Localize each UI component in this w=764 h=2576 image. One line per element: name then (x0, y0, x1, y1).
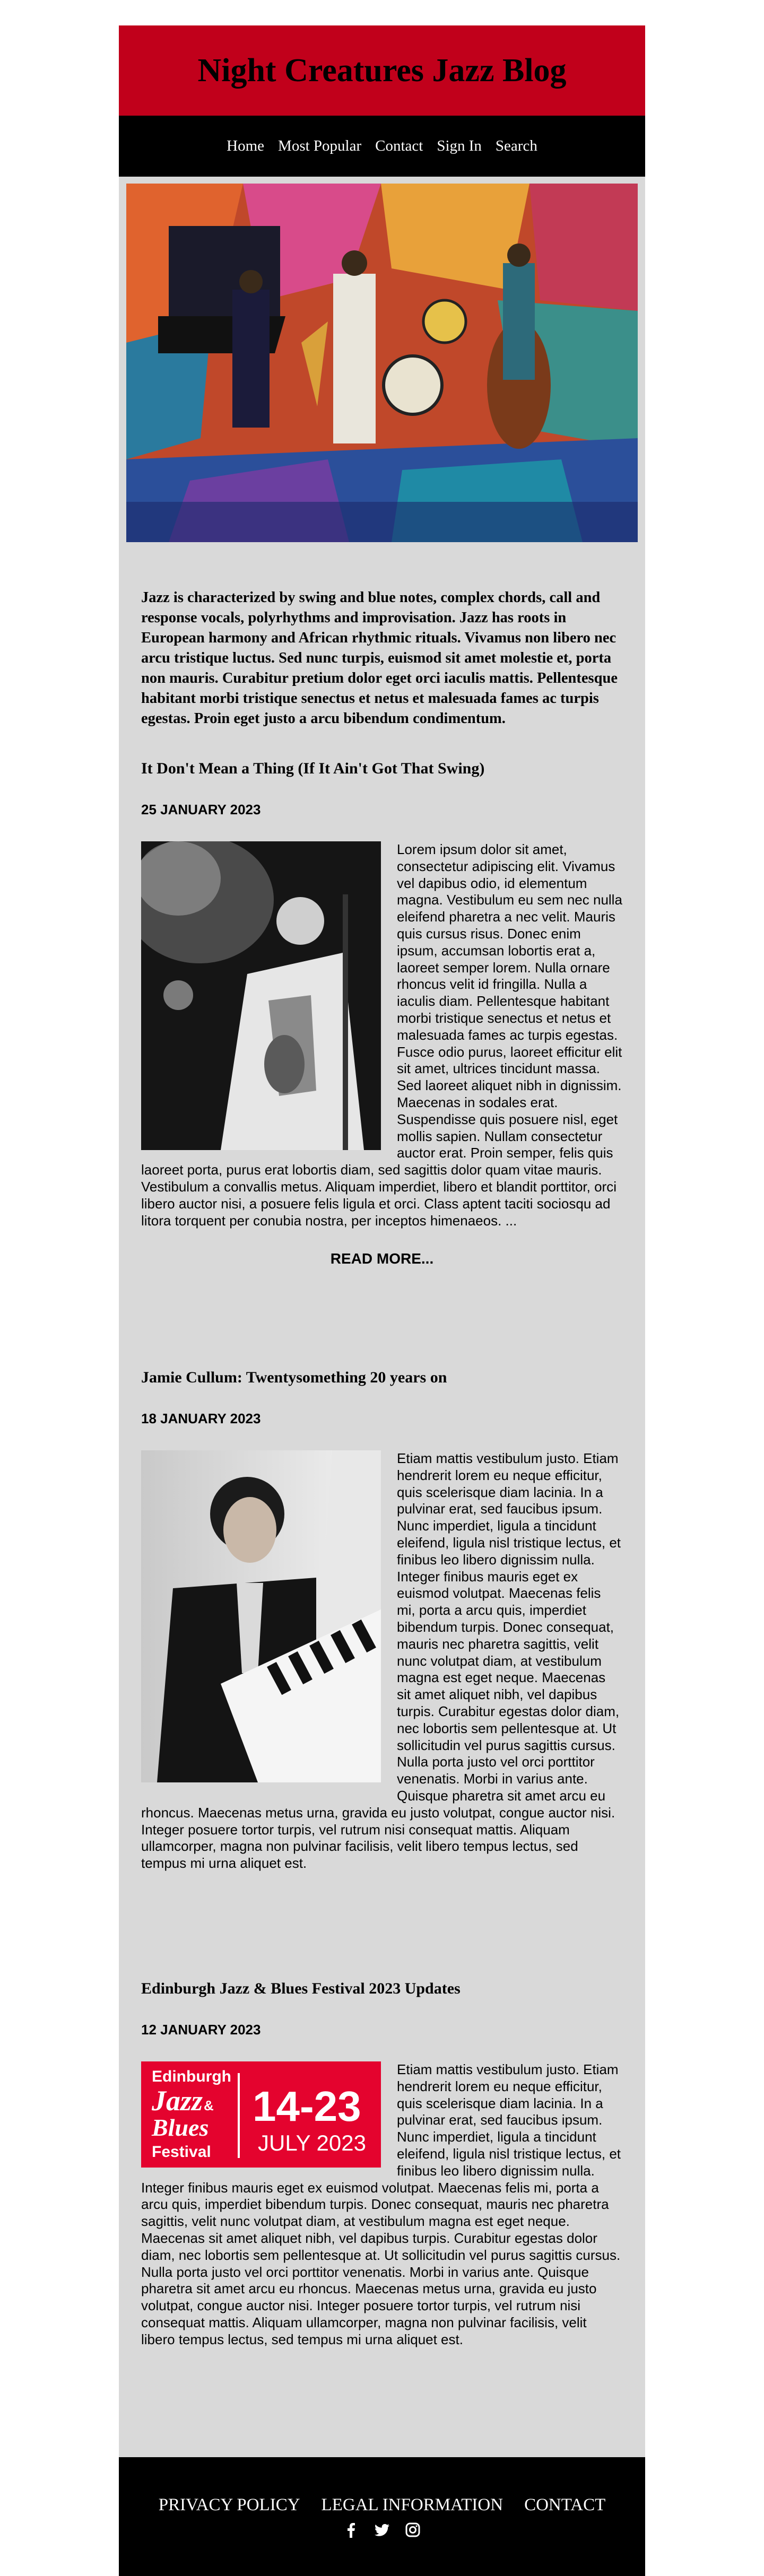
legal-information-link[interactable]: LEGAL INFORMATION (322, 2495, 503, 2515)
site-footer: PRIVACY POLICY LEGAL INFORMATION CONTACT (119, 2457, 645, 2576)
poster-line3: & (204, 2098, 214, 2113)
poster-month: JULY 2023 (258, 2130, 366, 2155)
nav-home[interactable]: Home (227, 137, 264, 155)
festival-poster: Edinburgh Jazz & Blues Festival 14-23 JU… (141, 2061, 381, 2172)
post-body: Etiam mattis vestibulum justo. Etiam hen… (141, 1450, 623, 1872)
social-links (119, 2522, 645, 2538)
instagram-icon[interactable] (405, 2522, 421, 2538)
poster-line5: Festival (152, 2143, 211, 2161)
intro-text: Jazz is characterized by swing and blue … (141, 589, 618, 727)
site-title: Night Creatures Jazz Blog (197, 52, 567, 89)
post-date: 25 JANUARY 2023 (141, 802, 261, 817)
post-swing: It Don't Mean a Thing (If It Ain't Got T… (125, 759, 623, 1267)
site-header: Night Creatures Jazz Blog (119, 25, 645, 116)
post-title[interactable]: It Don't Mean a Thing (If It Ain't Got T… (141, 759, 623, 779)
post-jamie-cullum: Jamie Cullum: Twentysomething 20 years o… (141, 1368, 623, 1872)
hero-jazz-band-painting (126, 184, 638, 542)
twitter-icon[interactable] (374, 2522, 390, 2538)
poster-line4: Blues (151, 2114, 209, 2141)
post-title[interactable]: Jamie Cullum: Twentysomething 20 years o… (141, 1368, 623, 1388)
contact-link[interactable]: CONTACT (524, 2495, 605, 2515)
saxophonist-photo (125, 836, 381, 1154)
nav-search[interactable]: Search (496, 137, 537, 155)
post-date: 18 JANUARY 2023 (141, 1411, 261, 1426)
nav-sign-in[interactable]: Sign In (437, 137, 482, 155)
page-container: Night Creatures Jazz Blog Home Most Popu… (119, 25, 645, 2576)
post-edinburgh-festival: Edinburgh Jazz & Blues Festival 2023 Upd… (141, 1979, 623, 2348)
footer-links: PRIVACY POLICY LEGAL INFORMATION CONTACT (119, 2495, 645, 2515)
post-date: 12 JANUARY 2023 (141, 2022, 261, 2038)
post-body: Lorem ipsum dolor sit amet, consectetur … (125, 836, 623, 1229)
facebook-icon[interactable] (343, 2522, 359, 2538)
poster-line2: Jazz (151, 2085, 203, 2117)
nav-contact[interactable]: Contact (375, 137, 423, 155)
main-nav: Home Most Popular Contact Sign In Search (119, 116, 645, 177)
privacy-policy-link[interactable]: PRIVACY POLICY (159, 2495, 300, 2515)
post-body: Edinburgh Jazz & Blues Festival 14-23 JU… (141, 2061, 623, 2348)
post-title[interactable]: Edinburgh Jazz & Blues Festival 2023 Upd… (141, 1979, 623, 1999)
poster-dates: 14-23 (253, 2083, 361, 2130)
poster-line1: Edinburgh (152, 2068, 231, 2085)
nav-most-popular[interactable]: Most Popular (278, 137, 361, 155)
jamie-cullum-photo (141, 1450, 381, 1787)
read-more-link[interactable]: READ MORE... (141, 1250, 623, 1267)
